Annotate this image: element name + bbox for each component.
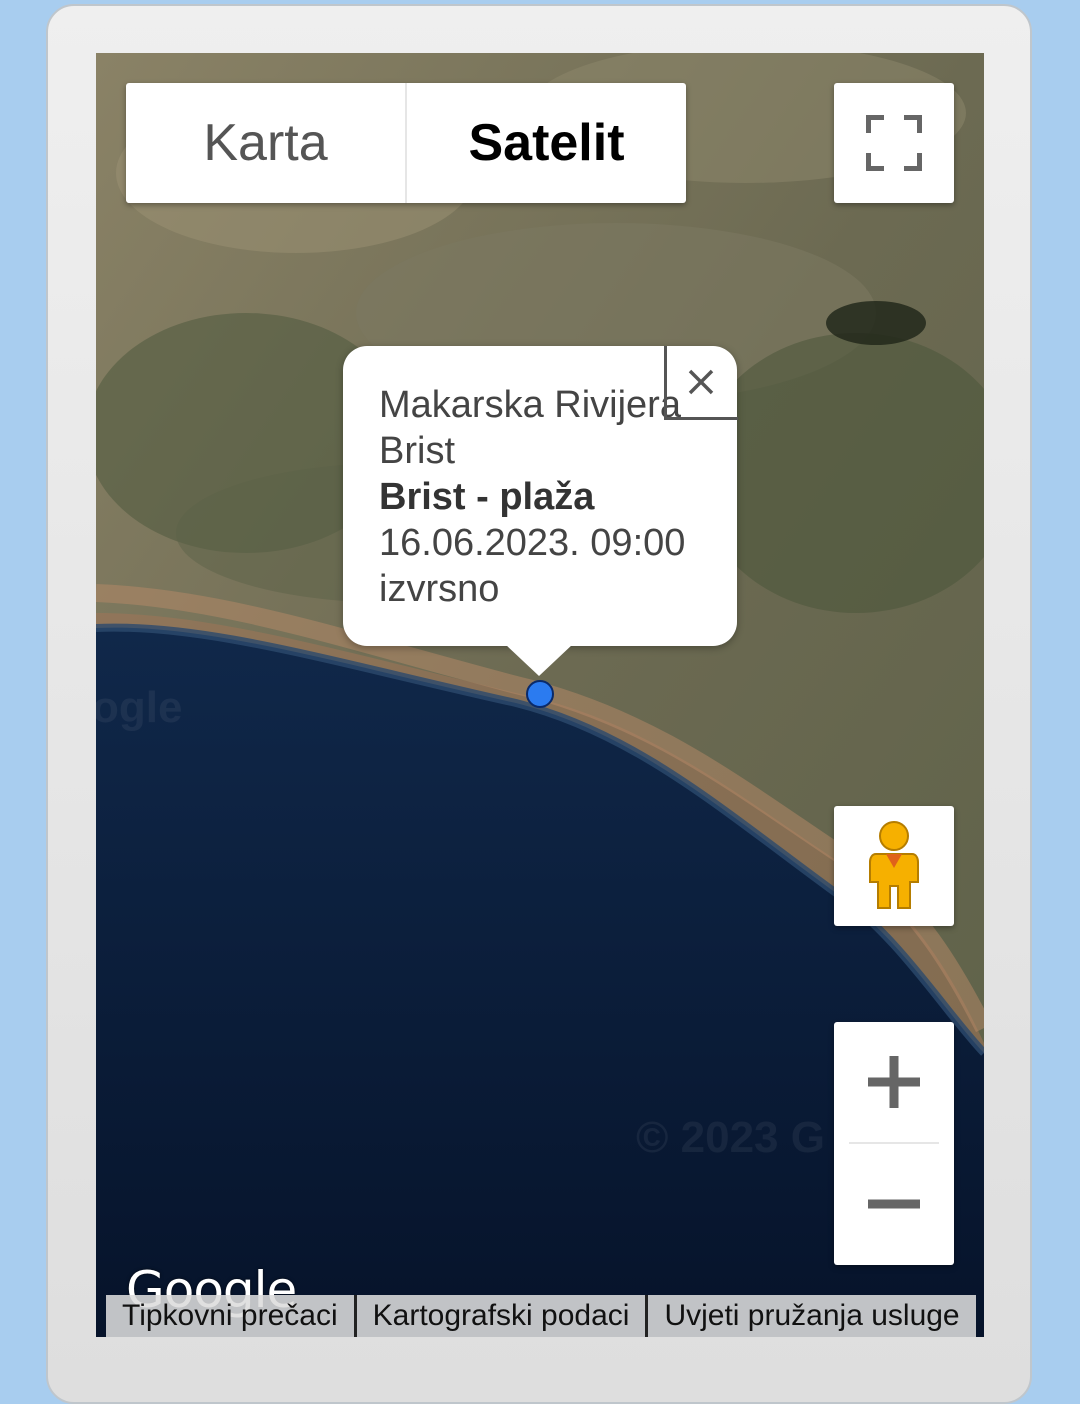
keyboard-shortcuts-link[interactable]: Tipkovni prečaci [106, 1295, 357, 1337]
info-location: Brist - plaža [379, 476, 595, 518]
terms-link[interactable]: Uvjeti pružanja usluge [648, 1295, 975, 1337]
info-place: Brist [379, 430, 455, 472]
fullscreen-button[interactable] [834, 83, 954, 203]
street-view-button[interactable] [834, 806, 954, 926]
zoom-out-button[interactable] [834, 1144, 954, 1264]
info-window-content: Makarska Rivijera Brist Brist - plaža 16… [379, 382, 685, 612]
info-datetime: 16.06.2023. 09:00 [379, 522, 686, 564]
plus-icon [868, 1056, 920, 1108]
map-type-map-button[interactable]: Karta [126, 83, 407, 203]
zoom-in-button[interactable] [834, 1022, 954, 1142]
map-watermark: ogle [96, 683, 183, 732]
info-rating: izvrsno [379, 568, 500, 610]
info-window-pointer [505, 644, 573, 676]
minus-icon [868, 1199, 920, 1209]
close-icon [688, 369, 714, 395]
location-marker[interactable] [526, 680, 554, 708]
map-footer: Tipkovni prečaci Kartografski podaci Uvj… [106, 1295, 976, 1337]
map-canvas[interactable]: ogle © 2023 G Karta Satelit Makarska Riv… [96, 53, 984, 1337]
map-copyright-watermark: © 2023 G [636, 1113, 825, 1162]
map-type-control: Karta Satelit [126, 83, 686, 203]
map-data-link[interactable]: Kartografski podaci [357, 1295, 649, 1337]
zoom-control [834, 1022, 954, 1265]
map-type-satellite-button[interactable]: Satelit [407, 83, 686, 203]
info-window: Makarska Rivijera Brist Brist - plaža 16… [343, 346, 737, 676]
fullscreen-icon [866, 115, 922, 171]
pegman-icon [869, 821, 919, 909]
info-window-close-button[interactable] [665, 346, 737, 418]
info-region: Makarska Rivijera [379, 384, 681, 426]
